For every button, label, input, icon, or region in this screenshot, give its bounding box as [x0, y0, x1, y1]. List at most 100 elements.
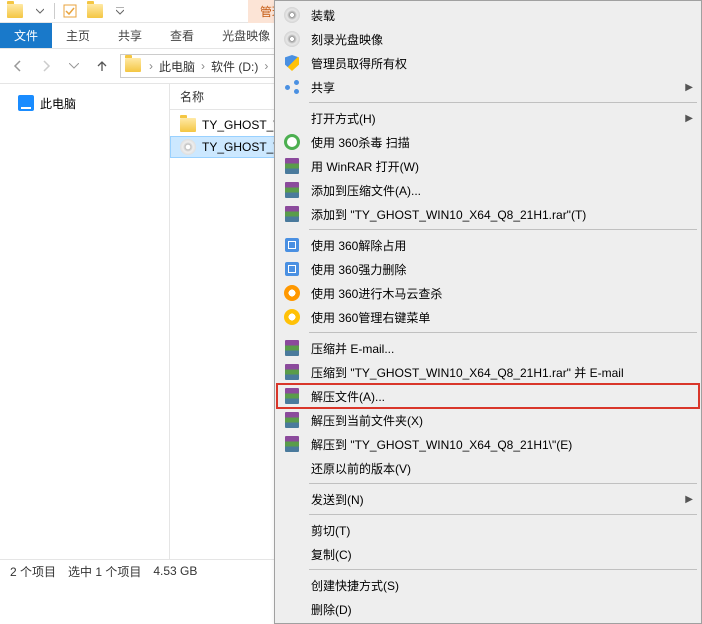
menu-item[interactable]: 使用 360强力删除 [277, 257, 699, 281]
tab-disc-tools[interactable]: 光盘映像 [208, 23, 284, 48]
menu-item-label: 压缩并 E-mail... [311, 340, 693, 357]
rar-icon [285, 206, 299, 222]
menu-item[interactable]: 删除(D) [277, 597, 699, 621]
360orange-icon [284, 285, 300, 301]
tree-item-label: 此电脑 [40, 95, 76, 112]
menu-item[interactable]: 解压文件(A)... [277, 384, 699, 408]
menu-item[interactable]: 使用 360进行木马云查杀 [277, 281, 699, 305]
menu-item-label: 复制(C) [311, 546, 693, 563]
menu-item[interactable]: 创建快捷方式(S) [277, 573, 699, 597]
nav-forward-button[interactable] [32, 52, 60, 80]
menu-separator [309, 483, 697, 484]
crumb-sep-icon[interactable]: › [199, 59, 207, 73]
disc-icon [284, 31, 300, 47]
qat-folder-icon[interactable] [86, 3, 103, 20]
menu-item[interactable]: 添加到 "TY_GHOST_WIN10_X64_Q8_21H1.rar"(T) [277, 202, 699, 226]
qat-down-icon[interactable] [31, 3, 48, 20]
crumb-drive[interactable]: 软件 (D:) [207, 58, 262, 75]
menu-item-label: 管理员取得所有权 [311, 55, 693, 72]
menu-item-label: 打开方式(H) [311, 110, 677, 127]
folder-icon [180, 118, 196, 132]
crumb-this-pc[interactable]: 此电脑 [155, 58, 199, 75]
menu-item-label: 解压到当前文件夹(X) [311, 412, 693, 429]
shield-icon [285, 55, 299, 71]
menu-item[interactable]: 使用 360管理右键菜单 [277, 305, 699, 329]
status-size: 4.53 GB [153, 564, 197, 578]
rar-icon [285, 182, 299, 198]
nav-up-button[interactable] [88, 52, 116, 80]
qat-separator [54, 3, 55, 19]
360-icon [284, 134, 300, 150]
rar-icon [285, 412, 299, 428]
menu-item-label: 剪切(T) [311, 522, 693, 539]
menu-item[interactable]: 用 WinRAR 打开(W) [277, 154, 699, 178]
menu-item[interactable]: 使用 360杀毒 扫描 [277, 130, 699, 154]
rar-icon [285, 436, 299, 452]
menu-separator [309, 514, 697, 515]
menu-separator [309, 332, 697, 333]
menu-item[interactable]: 添加到压缩文件(A)... [277, 178, 699, 202]
menu-separator [309, 229, 697, 230]
menu-item-label: 创建快捷方式(S) [311, 577, 693, 594]
rar-icon [285, 158, 299, 174]
menu-item[interactable]: 压缩到 "TY_GHOST_WIN10_X64_Q8_21H1.rar" 并 E… [277, 360, 699, 384]
menu-item[interactable]: 使用 360解除占用 [277, 233, 699, 257]
menu-item-label: 删除(D) [311, 601, 693, 618]
menu-item-label: 解压文件(A)... [311, 388, 693, 405]
tab-share[interactable]: 共享 [104, 23, 156, 48]
menu-item-label: 使用 360杀毒 扫描 [311, 134, 693, 151]
rar-icon [285, 340, 299, 356]
menu-item[interactable]: 打开方式(H)▶ [277, 106, 699, 130]
menu-item[interactable]: 发送到(N) ▶ [277, 487, 699, 511]
disc-icon [284, 7, 300, 23]
menu-item-label: 使用 360解除占用 [311, 237, 693, 254]
menu-item-label: 添加到压缩文件(A)... [311, 182, 693, 199]
nav-tree: 此电脑 [0, 84, 170, 559]
menu-item[interactable]: 压缩并 E-mail... [277, 336, 699, 360]
menu-item-label: 压缩到 "TY_GHOST_WIN10_X64_Q8_21H1.rar" 并 E… [311, 364, 693, 381]
rar-icon [285, 388, 299, 404]
menu-item-label: 使用 360管理右键菜单 [311, 309, 693, 326]
menu-item[interactable]: 剪切(T) [277, 518, 699, 542]
menu-item-label: 解压到 "TY_GHOST_WIN10_X64_Q8_21H1\"(E) [311, 436, 693, 453]
qat-overflow-icon[interactable] [111, 3, 128, 20]
nav-back-button[interactable] [4, 52, 32, 80]
menu-item-label: 还原以前的版本(V) [311, 460, 693, 477]
tab-home[interactable]: 主页 [52, 23, 104, 48]
crumb-sep-icon[interactable]: › [147, 59, 155, 73]
box-icon [285, 238, 299, 252]
address-folder-icon [125, 58, 141, 74]
tab-file[interactable]: 文件 [0, 23, 52, 48]
menu-item[interactable]: 解压到当前文件夹(X) [277, 408, 699, 432]
disc-icon [180, 139, 196, 155]
menu-item[interactable]: 装载 [277, 3, 699, 27]
menu-item[interactable]: 刻录光盘映像 [277, 27, 699, 51]
status-selected-count: 选中 1 个项目 [68, 563, 141, 580]
menu-item[interactable]: 还原以前的版本(V) [277, 456, 699, 480]
menu-item[interactable]: 管理员取得所有权 [277, 51, 699, 75]
submenu-arrow-icon: ▶ [685, 82, 693, 93]
qat-checkbox-icon[interactable] [61, 3, 78, 20]
folder-app-icon [6, 3, 23, 20]
menu-separator [309, 569, 697, 570]
file-name: TY_GHOST_W [202, 118, 285, 132]
menu-item-label: 发送到(N) [311, 491, 677, 508]
rar-icon [285, 364, 299, 380]
menu-item[interactable]: 共享▶ [277, 75, 699, 99]
tab-view[interactable]: 查看 [156, 23, 208, 48]
menu-separator [309, 102, 697, 103]
menu-item-label: 使用 360强力删除 [311, 261, 693, 278]
submenu-arrow-icon: ▶ [685, 494, 693, 505]
menu-item-label: 装载 [311, 7, 693, 24]
context-menu: 装载刻录光盘映像管理员取得所有权共享▶打开方式(H)▶使用 360杀毒 扫描用 … [274, 0, 702, 624]
crumb-sep-icon[interactable]: › [262, 59, 270, 73]
share-icon [285, 80, 299, 94]
box-icon [285, 262, 299, 276]
tree-this-pc[interactable]: 此电脑 [0, 92, 169, 114]
menu-item[interactable]: 解压到 "TY_GHOST_WIN10_X64_Q8_21H1\"(E) [277, 432, 699, 456]
pc-icon [18, 95, 34, 111]
file-name: TY_GHOST_W [202, 140, 285, 154]
nav-recent-button[interactable] [60, 52, 88, 80]
menu-item[interactable]: 复制(C) [277, 542, 699, 566]
menu-item-label: 刻录光盘映像 [311, 31, 693, 48]
